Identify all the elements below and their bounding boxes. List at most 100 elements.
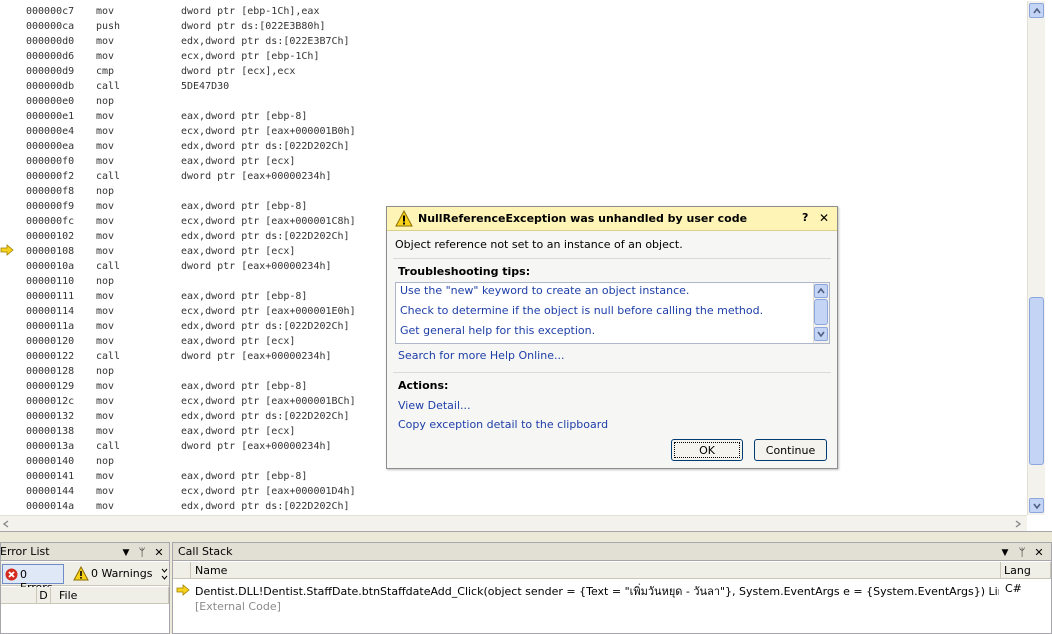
breakpoint-gutter[interactable] [0,0,18,515]
instruction-address: 00000128 [26,366,75,377]
instruction-address: 00000114 [26,306,75,317]
instruction-address: 00000141 [26,471,75,482]
pin-icon[interactable]: ᛘ [1016,544,1028,562]
instruction-address: 000000f9 [26,201,75,212]
instruction-address: 000000e1 [26,111,75,122]
instruction-operands: dword ptr [ebp-1Ch],eax [181,6,320,17]
scroll-left-icon[interactable] [3,520,9,528]
error-icon [5,568,18,581]
instruction-opcode: mov [96,111,115,122]
column-header-language[interactable]: Lang [1001,562,1051,579]
instruction-address: 000000f0 [26,156,75,167]
tips-scrollbar[interactable] [813,283,829,343]
instruction-operands: ecx,dword ptr [eax+000001B0h] [181,126,356,137]
instruction-opcode: mov [96,396,115,407]
column-header-description[interactable]: D [37,587,51,604]
dropdown-icon[interactable]: ▼ [999,544,1011,562]
instruction-operands: eax,dword ptr [ebp-8] [181,471,308,482]
tips-scroll-up-button[interactable] [814,284,828,298]
error-list-pane[interactable]: Error List ▼ ᛘ ✕ 0 Errors 0 Warnings D F… [0,542,170,634]
instruction-opcode: push [96,21,121,32]
chevron-down-icon [817,331,825,337]
scroll-thumb[interactable] [1029,297,1044,465]
instruction-opcode: nop [96,276,115,287]
chevron-up-icon [817,288,825,294]
toolbar-overflow-icon[interactable] [161,566,168,582]
instruction-opcode: mov [96,126,115,137]
exception-message: Object reference not set to an instance … [395,238,683,251]
divider [393,258,831,259]
copy-exception-detail-link[interactable]: Copy exception detail to the clipboard [398,418,608,431]
tips-scroll-thumb[interactable] [814,299,828,325]
exception-header: NullReferenceException was unhandled by … [387,207,837,231]
instruction-operands: eax,dword ptr [ebp-8] [181,291,308,302]
instruction-opcode: mov [96,501,115,512]
instruction-address: 00000122 [26,351,75,362]
instruction-operands: eax,dword ptr [ebp-8] [181,111,308,122]
exception-assistant-dialog[interactable]: NullReferenceException was unhandled by … [386,206,838,469]
instruction-opcode: mov [96,231,115,242]
instruction-opcode: call [96,171,121,182]
close-icon[interactable]: ✕ [819,211,829,225]
search-help-online-link[interactable]: Search for more Help Online... [398,349,564,362]
call-stack-pane[interactable]: Call Stack ▼ ᛘ ✕ Name Lang Dentist.DLL!D… [172,542,1052,634]
instruction-opcode: call [96,351,121,362]
troubleshooting-tips-list[interactable]: Use the "new" keyword to create an objec… [395,282,830,344]
tip-link-check-null[interactable]: Check to determine if the object is null… [400,304,763,317]
call-stack-row[interactable]: [External Code] [173,598,1051,617]
scroll-down-button[interactable] [1029,498,1044,513]
actions-heading: Actions: [398,379,449,392]
view-detail-link[interactable]: View Detail... [398,399,471,412]
warnings-filter-button[interactable]: 0 Warnings [91,567,152,580]
instruction-address: 000000f2 [26,171,75,182]
instruction-opcode: mov [96,291,115,302]
instruction-operands: ecx,dword ptr [eax+000001BCh] [181,396,356,407]
instruction-operands: eax,dword ptr [ecx] [181,156,296,167]
instruction-address: 00000140 [26,456,75,467]
continue-button[interactable]: Continue [754,439,827,461]
instruction-address: 00000120 [26,336,75,347]
instruction-operands: dword ptr [eax+00000234h] [181,261,332,272]
instruction-operands: edx,dword ptr ds:[022D202Ch] [181,411,350,422]
instruction-address: 00000110 [26,276,75,287]
instruction-operands: edx,dword ptr ds:[022D202Ch] [181,231,350,242]
column-header-name[interactable]: Name [191,562,1001,579]
instruction-opcode: call [96,441,121,452]
tips-scroll-down-button[interactable] [814,327,828,341]
instruction-operands: ecx,dword ptr [eax+000001E0h] [181,306,356,317]
instruction-operands: eax,dword ptr [ecx] [181,336,296,347]
pin-icon[interactable]: ᛘ [136,544,148,562]
instruction-operands: dword ptr [eax+00000234h] [181,441,332,452]
current-frame-arrow-icon [176,584,190,596]
call-stack-titlebar: Call Stack ▼ ᛘ ✕ [173,543,1051,561]
close-icon[interactable]: ✕ [153,544,165,562]
instruction-operands: edx,dword ptr ds:[022E3B7Ch] [181,36,350,47]
warning-icon [395,210,413,227]
instruction-operands: eax,dword ptr [ebp-8] [181,381,308,392]
disassembly-vscrollbar[interactable] [1027,1,1045,515]
instruction-opcode: call [96,261,121,272]
column-header-file[interactable]: File [51,587,169,604]
tip-link-general-help[interactable]: Get general help for this exception. [400,324,595,337]
scroll-right-icon[interactable] [1015,520,1021,528]
error-list-title: Error List [0,545,50,558]
instruction-operands: eax,dword ptr [ecx] [181,246,296,257]
instruction-opcode: nop [96,366,115,377]
ok-button[interactable]: OK [671,439,743,461]
dropdown-icon[interactable]: ▼ [120,544,132,562]
chevron-up-icon [1032,7,1041,13]
instruction-address: 0000011a [26,321,75,332]
instruction-address: 000000c7 [26,6,75,17]
errors-filter-button[interactable]: 0 Errors [2,564,64,594]
call-stack-row[interactable]: Dentist.DLL!Dentist.StaffDate.btnStaffda… [173,580,1051,599]
instruction-opcode: mov [96,216,115,227]
scroll-up-button[interactable] [1029,3,1044,18]
call-stack-frame-language: C# [1005,582,1022,595]
disassembly-hscrollbar[interactable] [0,515,1027,531]
tip-link-new-keyword[interactable]: Use the "new" keyword to create an objec… [400,284,689,297]
close-icon[interactable]: ✕ [1033,544,1045,562]
instruction-opcode: mov [96,6,115,17]
column-header-severity[interactable] [1,587,37,604]
instruction-opcode: mov [96,246,115,257]
help-icon[interactable]: ? [802,211,808,224]
